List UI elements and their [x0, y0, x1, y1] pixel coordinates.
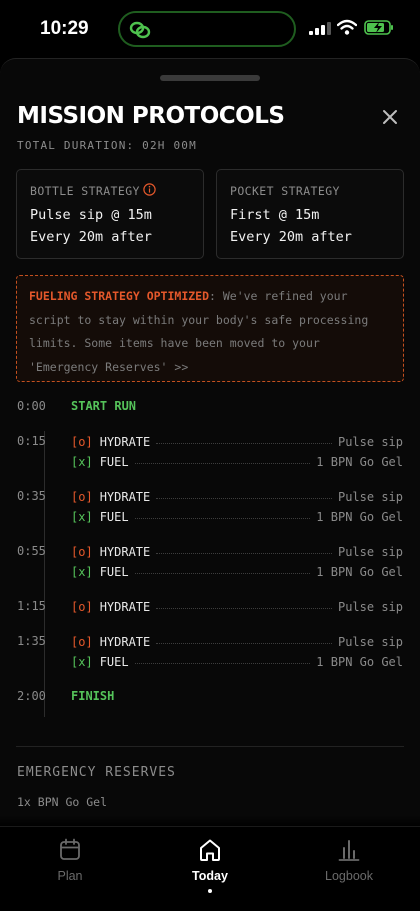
start-run-label: START RUN: [71, 399, 137, 413]
item-tag: [o]: [71, 545, 93, 559]
tab-logbook-label: Logbook: [325, 869, 373, 883]
bottle-strategy-label: BOTTLE STRATEGY: [30, 184, 140, 198]
bottle-strategy-line1: Pulse sip @ 15m: [30, 207, 152, 223]
timeline: 0:00 START RUN 0:15 [o] HYDRATE Pulse si…: [0, 395, 420, 725]
item-tag: [o]: [71, 435, 93, 449]
block-time: 0:15: [17, 434, 46, 448]
item-tag: [o]: [71, 635, 93, 649]
item-name: HYDRATE: [99, 635, 151, 649]
tab-today-label: Today: [192, 869, 228, 883]
item-name: FUEL: [99, 510, 129, 524]
start-time: 0:00: [17, 399, 46, 413]
info-icon[interactable]: [143, 183, 156, 196]
pocket-strategy-line1: First @ 15m: [230, 207, 320, 223]
item-value: 1 BPN Go Gel: [316, 655, 403, 669]
section-divider: [16, 746, 404, 747]
timeline-item-fuel[interactable]: [x] FUEL 1 BPN Go Gel: [71, 509, 403, 525]
active-tab-indicator: [208, 889, 212, 893]
finish-time: 2:00: [17, 689, 46, 703]
item-tag: [x]: [71, 655, 93, 669]
item-value: 1 BPN Go Gel: [316, 455, 403, 469]
leader-dots: [134, 572, 311, 574]
timeline-rail: [44, 431, 45, 717]
item-value: Pulse sip: [337, 490, 403, 504]
tab-today[interactable]: Today: [160, 837, 260, 893]
battery-icon: [364, 20, 393, 35]
leader-dots: [156, 607, 332, 609]
item-value: Pulse sip: [337, 635, 403, 649]
fueling-optimized-alert[interactable]: FUELING STRATEGY OPTIMIZED: We've refine…: [16, 275, 404, 382]
pocket-strategy-card: POCKET STRATEGY First @ 15m Every 20m af…: [216, 169, 404, 259]
leader-dots: [156, 497, 332, 499]
close-icon[interactable]: [379, 106, 401, 128]
leader-dots: [134, 662, 311, 664]
mission-protocols-sheet: MISSION PROTOCOLS TOTAL DURATION: 02H 00…: [0, 58, 420, 826]
leader-dots: [134, 462, 311, 464]
item-name: FUEL: [99, 565, 129, 579]
item-tag: [x]: [71, 510, 93, 524]
page-title: MISSION PROTOCOLS: [17, 103, 285, 129]
item-name: HYDRATE: [99, 600, 151, 614]
item-name: FUEL: [99, 655, 129, 669]
timeline-item-fuel[interactable]: [x] FUEL 1 BPN Go Gel: [71, 564, 403, 580]
status-bar: 10:29: [0, 0, 420, 58]
timeline-item-hydrate[interactable]: [o] HYDRATE Pulse sip: [71, 599, 403, 615]
item-name: FUEL: [99, 455, 129, 469]
emergency-reserves-heading: EMERGENCY RESERVES: [17, 765, 176, 780]
pocket-strategy-label: POCKET STRATEGY: [230, 184, 340, 198]
bar-chart-icon: [338, 840, 360, 861]
block-time: 0:55: [17, 544, 46, 558]
item-tag: [o]: [71, 490, 93, 504]
tab-logbook[interactable]: Logbook: [299, 837, 399, 883]
item-tag: [x]: [71, 565, 93, 579]
reserve-item: 1x BPN Go Gel: [17, 795, 108, 809]
timeline-item-hydrate[interactable]: [o] HYDRATE Pulse sip: [71, 544, 403, 560]
finish-label: FINISH: [71, 689, 115, 703]
tab-plan[interactable]: Plan: [20, 837, 120, 883]
home-icon: [200, 839, 220, 861]
item-name: HYDRATE: [99, 545, 151, 559]
timeline-item-fuel[interactable]: [x] FUEL 1 BPN Go Gel: [71, 654, 403, 670]
dynamic-island[interactable]: [118, 11, 296, 47]
scroll-fade: [0, 815, 420, 826]
sheet-grabber[interactable]: [160, 75, 260, 81]
item-name: HYDRATE: [99, 435, 151, 449]
alert-heading: FUELING STRATEGY OPTIMIZED: [29, 289, 210, 303]
block-time: 0:35: [17, 489, 46, 503]
timeline-item-fuel[interactable]: [x] FUEL 1 BPN Go Gel: [71, 454, 403, 470]
cellular-signal-icon: [309, 22, 331, 35]
timeline-item-hydrate[interactable]: [o] HYDRATE Pulse sip: [71, 489, 403, 505]
bottle-strategy-line2: Every 20m after: [30, 229, 152, 245]
block-time: 1:15: [17, 599, 46, 613]
status-time: 10:29: [40, 18, 89, 39]
leader-dots: [156, 442, 332, 444]
item-tag: [x]: [71, 455, 93, 469]
item-value: Pulse sip: [337, 600, 403, 614]
item-name: HYDRATE: [99, 490, 151, 504]
timeline-item-hydrate[interactable]: [o] HYDRATE Pulse sip: [71, 434, 403, 450]
link-app-icon: [129, 21, 151, 39]
bottle-strategy-card: BOTTLE STRATEGY Pulse sip @ 15m Every 20…: [16, 169, 204, 259]
tab-plan-label: Plan: [57, 869, 83, 883]
timeline-item-hydrate[interactable]: [o] HYDRATE Pulse sip: [71, 634, 403, 650]
wifi-icon: [337, 19, 357, 35]
block-time: 1:35: [17, 634, 46, 648]
item-value: Pulse sip: [337, 435, 403, 449]
leader-dots: [156, 552, 332, 554]
item-value: 1 BPN Go Gel: [316, 510, 403, 524]
leader-dots: [134, 517, 311, 519]
calendar-icon: [60, 838, 80, 860]
item-tag: [o]: [71, 600, 93, 614]
tab-bar: Plan Today Logbook: [0, 826, 420, 911]
total-duration: TOTAL DURATION: 02H 00M: [17, 139, 197, 152]
item-value: Pulse sip: [337, 545, 403, 559]
leader-dots: [156, 642, 332, 644]
pocket-strategy-line2: Every 20m after: [230, 229, 352, 245]
item-value: 1 BPN Go Gel: [316, 565, 403, 579]
